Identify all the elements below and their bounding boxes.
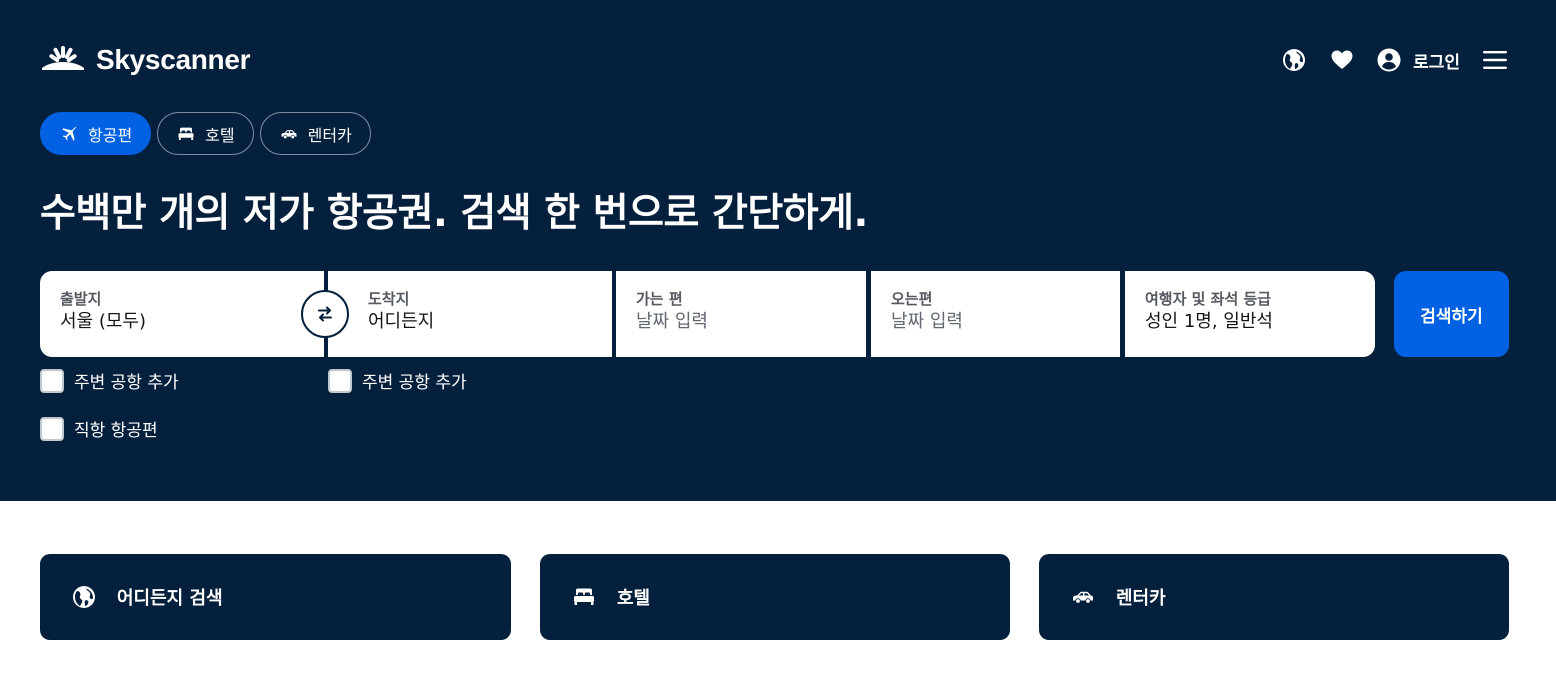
card-label: 어디든지 검색 xyxy=(117,588,223,609)
bed-icon xyxy=(574,588,594,605)
hotels-card[interactable]: 호텔 xyxy=(540,554,1010,640)
header-actions: 로그인 xyxy=(1281,44,1508,76)
travellers-label: 여행자 및 좌석 등급 xyxy=(1145,290,1272,308)
travellers-cabin-field[interactable]: 여행자 및 좌석 등급 성인 1명, 일반석 xyxy=(1125,271,1375,357)
tab-car-hire[interactable]: 렌터카 xyxy=(259,112,371,155)
tab-car-hire-label: 렌터카 xyxy=(307,125,352,145)
origin-field[interactable]: 출발지 서울 (모두) xyxy=(40,271,324,357)
origin-label: 출발지 xyxy=(60,290,102,308)
tab-flights-label: 항공편 xyxy=(88,125,133,145)
destination-label: 도착지 xyxy=(368,290,410,308)
depart-date-field[interactable]: 가는 편 날짜 입력 xyxy=(616,271,866,357)
destination-nearby-airports-checkbox[interactable]: 주변 공항 추가 xyxy=(328,368,467,393)
bed-icon xyxy=(178,127,194,140)
return-label: 오는편 xyxy=(891,290,933,308)
tab-hotels[interactable]: 호텔 xyxy=(157,112,254,155)
return-date-field[interactable]: 오는편 날짜 입력 xyxy=(871,271,1120,357)
card-label: 호텔 xyxy=(617,588,651,609)
car-icon xyxy=(1073,591,1093,603)
search-button[interactable]: 검색하기 xyxy=(1394,271,1509,357)
checkbox-box[interactable] xyxy=(40,416,64,441)
region-globe-button[interactable] xyxy=(1281,47,1307,73)
hamburger-menu-icon xyxy=(1483,51,1507,69)
origin-nearby-airports-checkbox[interactable]: 주변 공항 추가 xyxy=(40,368,179,393)
tab-flights[interactable]: 항공편 xyxy=(40,112,152,155)
return-placeholder: 날짜 입력 xyxy=(891,311,963,332)
swap-origin-destination-button[interactable] xyxy=(301,290,349,338)
card-label: 렌터카 xyxy=(1116,588,1166,609)
tab-hotels-label: 호텔 xyxy=(205,125,235,145)
login-button[interactable]: 로그인 xyxy=(1377,48,1460,73)
product-tabs: 항공편 호텔 렌터카 xyxy=(40,112,371,155)
globe-icon xyxy=(1283,49,1306,71)
account-icon xyxy=(1377,48,1401,72)
car-hire-card[interactable]: 렌터카 xyxy=(1039,554,1509,640)
brand-name: Skyscanner xyxy=(96,44,251,75)
depart-placeholder: 날짜 입력 xyxy=(636,311,708,332)
plane-icon xyxy=(62,126,77,141)
travellers-value: 성인 1명, 일반석 xyxy=(1145,311,1273,332)
checkbox-box[interactable] xyxy=(328,368,352,393)
checkbox-label: 직항 항공편 xyxy=(74,421,158,441)
origin-value: 서울 (모두) xyxy=(60,311,147,332)
destination-field[interactable]: 도착지 어디든지 xyxy=(328,271,612,357)
saved-favorites-button[interactable] xyxy=(1329,47,1355,73)
sunrise-logo-icon xyxy=(42,46,84,70)
hero-section: Skyscanner 로그인 항공편 호텔 렌터카 수백만 개의 저가 항공권.… xyxy=(0,0,1556,501)
direct-flights-checkbox[interactable]: 직항 항공편 xyxy=(40,416,158,441)
skyscanner-logo[interactable]: Skyscanner xyxy=(40,44,251,76)
page-headline: 수백만 개의 저가 항공권. 검색 한 번으로 간단하게. xyxy=(40,191,868,236)
checkbox-label: 주변 공항 추가 xyxy=(74,373,179,393)
menu-button[interactable] xyxy=(1482,47,1508,73)
login-label: 로그인 xyxy=(1413,52,1460,73)
explore-everywhere-card[interactable]: 어디든지 검색 xyxy=(40,554,511,640)
checkbox-box[interactable] xyxy=(40,368,64,393)
heart-icon xyxy=(1331,50,1353,69)
destination-value: 어디든지 xyxy=(368,311,435,332)
car-icon xyxy=(281,129,297,138)
globe-icon xyxy=(73,586,95,608)
depart-label: 가는 편 xyxy=(636,290,683,308)
checkbox-label: 주변 공항 추가 xyxy=(362,373,467,393)
swap-arrows-icon xyxy=(318,306,332,322)
